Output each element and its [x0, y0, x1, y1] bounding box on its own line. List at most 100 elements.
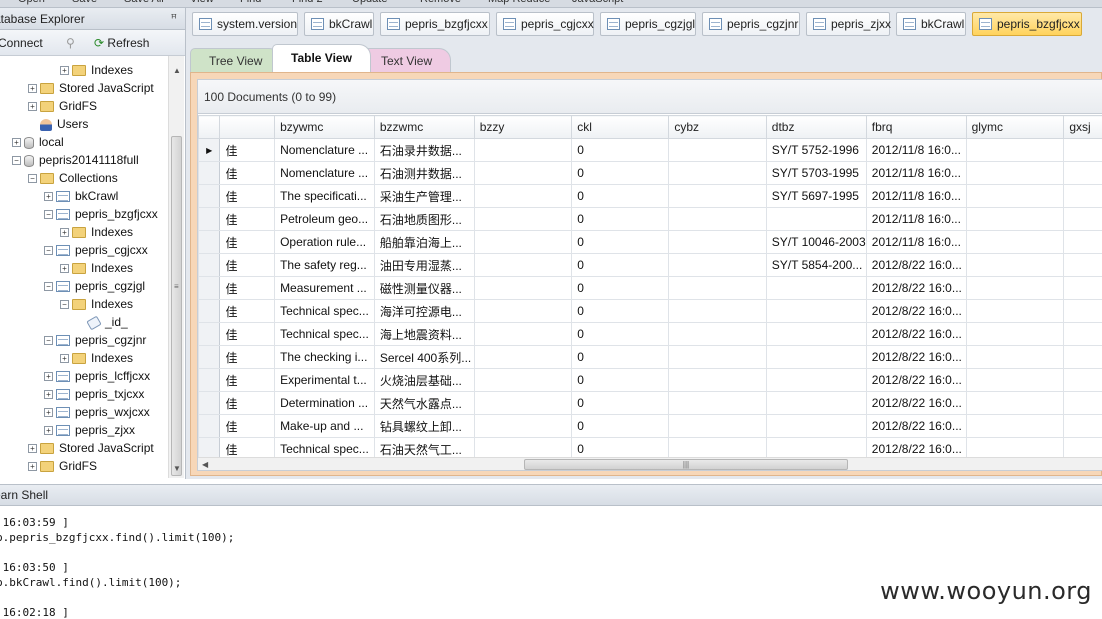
toolbar-item[interactable]: Save All: [124, 0, 164, 5]
table-cell[interactable]: [668, 414, 767, 438]
table-cell[interactable]: 0: [571, 207, 670, 231]
table-cell[interactable]: [765, 299, 867, 323]
toolbar-item[interactable]: Save: [72, 0, 97, 5]
table-cell[interactable]: [473, 437, 573, 459]
table-cell[interactable]: [668, 230, 767, 254]
toolbar-item[interactable]: Find 2: [292, 0, 323, 5]
table-cell[interactable]: 2012/11/8 16:0...: [865, 161, 967, 185]
toolbar-item[interactable]: JavaScript: [572, 0, 623, 5]
tab-collection[interactable]: pepris_cgjcxx: [496, 12, 594, 36]
explorer-scrollbar[interactable]: ▲ ≡ ▼: [168, 56, 184, 478]
tree-node[interactable]: − pepris20141118full: [12, 151, 139, 169]
table-cell[interactable]: 磁性测量仪器...: [373, 276, 475, 300]
table-cell[interactable]: [473, 414, 573, 438]
table-cell[interactable]: [765, 207, 867, 231]
table-cell[interactable]: [668, 161, 767, 185]
table-cell[interactable]: [765, 276, 867, 300]
refresh-button[interactable]: ⟳ Refresh: [94, 34, 149, 52]
tab-table-view[interactable]: Table View: [272, 44, 371, 72]
table-cell[interactable]: [965, 322, 1065, 346]
table-cell[interactable]: [473, 230, 573, 254]
column-header[interactable]: glymc: [965, 115, 1065, 139]
table-cell[interactable]: 0: [571, 230, 670, 254]
connect-button[interactable]: Connect: [0, 34, 43, 52]
table-cell[interactable]: 佳: [219, 391, 276, 415]
table-cell[interactable]: [668, 368, 767, 392]
table-row[interactable]: 佳 Petroleum geo... 石油地质图形... 0 2012/11/8 16:…: [198, 207, 1102, 231]
table-cell[interactable]: [965, 230, 1065, 254]
tree-node[interactable]: _id_: [76, 313, 128, 331]
expand-icon[interactable]: +: [60, 228, 69, 238]
column-header[interactable]: cybz: [668, 115, 767, 139]
table-cell[interactable]: SY/T 10046-2003: [765, 230, 867, 254]
column-header[interactable]: bzzwmc: [373, 115, 475, 139]
table-cell[interactable]: [668, 299, 767, 323]
table-cell[interactable]: [965, 437, 1065, 459]
table-cell[interactable]: Sercel 400系列...: [373, 345, 475, 369]
table-cell[interactable]: [473, 207, 573, 231]
column-header[interactable]: ckl: [571, 115, 670, 139]
table-row[interactable]: 佳 Make-up and ... 钻具螺纹上卸... 0 2012/8/22 16:0…: [198, 414, 1102, 438]
expand-icon[interactable]: +: [60, 264, 69, 274]
table-cell[interactable]: 0: [571, 414, 670, 438]
collapse-icon[interactable]: −: [44, 282, 53, 292]
table-cell[interactable]: [965, 414, 1065, 438]
column-header[interactable]: [219, 115, 276, 139]
table-cell[interactable]: 佳: [219, 437, 276, 459]
table-cell[interactable]: [1063, 184, 1102, 208]
table-cell[interactable]: Operation rule...: [274, 230, 375, 254]
table-cell[interactable]: The specificati...: [274, 184, 375, 208]
table-cell[interactable]: [765, 391, 867, 415]
table-cell[interactable]: The checking i...: [274, 345, 375, 369]
tree-node[interactable]: + bkCrawl: [44, 187, 118, 205]
horizontal-scroll-thumb[interactable]: |||: [524, 459, 848, 470]
expand-icon[interactable]: +: [28, 462, 37, 472]
table-cell[interactable]: Determination ...: [274, 391, 375, 415]
table-cell[interactable]: 佳: [219, 161, 276, 185]
table-row[interactable]: 佳 Experimental t... 火烧油层基础... 0 2012/8/22 16…: [198, 368, 1102, 392]
row-selector[interactable]: [198, 368, 221, 392]
toolbar-item[interactable]: Update: [352, 0, 387, 5]
row-selector[interactable]: [198, 253, 221, 277]
table-cell[interactable]: 0: [571, 276, 670, 300]
collapse-icon[interactable]: −: [44, 246, 53, 256]
toolbar-item[interactable]: Open: [18, 0, 45, 5]
expand-icon[interactable]: +: [60, 354, 69, 364]
table-cell[interactable]: [1063, 391, 1102, 415]
table-cell[interactable]: [965, 368, 1065, 392]
table-cell[interactable]: [668, 391, 767, 415]
column-header[interactable]: bzzy: [473, 115, 573, 139]
row-selector[interactable]: [198, 414, 221, 438]
tree-node[interactable]: + GridFS: [28, 97, 97, 115]
expand-icon[interactable]: +: [44, 408, 53, 418]
expand-icon[interactable]: +: [28, 84, 37, 94]
tree-node[interactable]: − Indexes: [60, 295, 133, 313]
collapse-icon[interactable]: −: [12, 156, 21, 166]
table-row[interactable]: 佳 Determination ... 天然气水露点... 0 2012/8/22 16…: [198, 391, 1102, 415]
tree-node[interactable]: + Indexes: [60, 223, 133, 241]
table-cell[interactable]: [1063, 345, 1102, 369]
column-header[interactable]: bzywmc: [274, 115, 375, 139]
table-cell[interactable]: 佳: [219, 276, 276, 300]
tab-collection[interactable]: system.version: [192, 12, 298, 36]
table-row[interactable]: 佳 The safety reg... 油田专用湿蒸... 0 SY/T 5854-20…: [198, 253, 1102, 277]
table-cell[interactable]: 0: [571, 253, 670, 277]
table-cell[interactable]: [1063, 322, 1102, 346]
scroll-down-icon[interactable]: ▼: [169, 462, 185, 476]
table-row[interactable]: 佳 Technical spec... 海上地震资料... 0 2012/8/22 16…: [198, 322, 1102, 346]
table-cell[interactable]: 0: [571, 138, 670, 162]
tree-node[interactable]: + GridFS: [28, 457, 97, 475]
row-selector[interactable]: [198, 345, 221, 369]
table-cell[interactable]: [473, 161, 573, 185]
table-cell[interactable]: SY/T 5703-1995: [765, 161, 867, 185]
table-cell[interactable]: 2012/11/8 16:0...: [865, 230, 967, 254]
table-cell[interactable]: [668, 276, 767, 300]
tab-collection[interactable]: pepris_bzgfjcxx: [380, 12, 490, 36]
tree-node[interactable]: − Collections: [28, 169, 118, 187]
table-cell[interactable]: [473, 345, 573, 369]
table-cell[interactable]: [1063, 161, 1102, 185]
scroll-thumb[interactable]: ≡: [171, 136, 182, 476]
toolbar-item[interactable]: Find: [240, 0, 261, 5]
table-cell[interactable]: Petroleum geo...: [274, 207, 375, 231]
toolbar-item[interactable]: View: [190, 0, 214, 5]
